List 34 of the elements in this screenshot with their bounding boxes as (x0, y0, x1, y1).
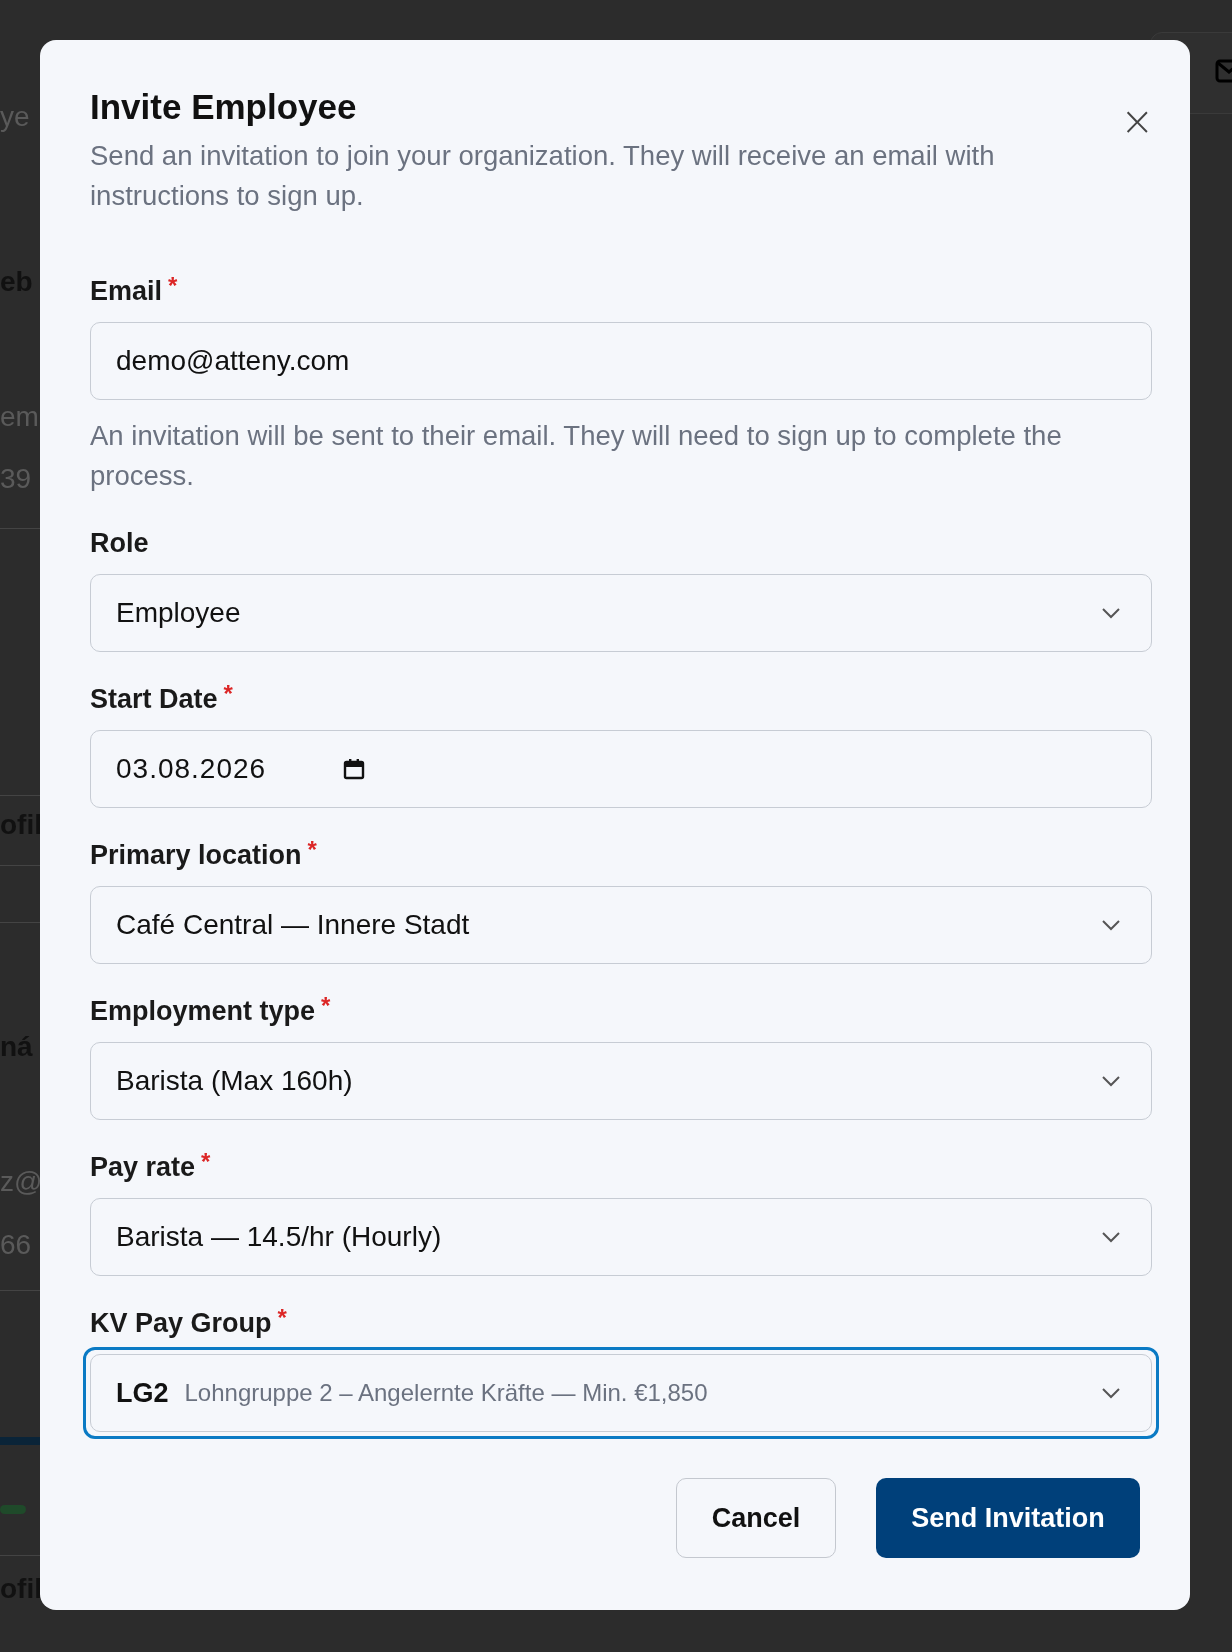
chevron-down-icon (1101, 1231, 1121, 1243)
required-mark: * (168, 274, 178, 298)
email-field[interactable]: demo@atteny.com (90, 322, 1152, 400)
required-mark: * (277, 1306, 287, 1330)
date-field[interactable]: 03.08.2026 (90, 730, 1152, 808)
required-mark: * (223, 682, 233, 706)
field-label: Email (90, 275, 163, 308)
dialog-description: Send an invitation to join your organization. They will receive an email with instructions to sign up. (90, 139, 996, 213)
field-label: KV Pay Group (90, 1307, 272, 1340)
help-text: An invitation will be sent to their email. They will need to sign up to complete the process. (90, 419, 1063, 493)
dialog-title: Invite Employee (90, 86, 357, 128)
required-mark: * (307, 838, 317, 862)
send-button[interactable]: Send Invitation (876, 1478, 1140, 1558)
chevron-down-icon (1101, 1387, 1121, 1399)
chevron-down-icon (1101, 919, 1121, 931)
field-label: Role (90, 527, 149, 560)
select-field[interactable]: Employee (90, 574, 1152, 652)
select-field[interactable]: Barista (Max 160h) (90, 1042, 1152, 1120)
required-mark: * (201, 1150, 211, 1174)
close-button[interactable]: × (1120, 104, 1154, 138)
required-mark: * (321, 994, 331, 1018)
status-bar (0, 1505, 26, 1514)
field-label: Primary location (90, 839, 302, 872)
accent-stripe (0, 1437, 40, 1445)
cancel-button[interactable]: Cancel (676, 1478, 836, 1558)
chevron-down-icon (1101, 607, 1121, 619)
select-field[interactable]: Café Central — Innere Stadt (90, 886, 1152, 964)
calendar-icon[interactable] (342, 757, 366, 781)
field-label: Start Date (90, 683, 218, 716)
chevron-down-icon (1101, 1075, 1121, 1087)
field-label: Pay rate (90, 1151, 196, 1184)
select-field[interactable]: Barista — 14.5/hr (Hourly) (90, 1198, 1152, 1276)
select-field[interactable]: LG2 Lohngruppe 2 – Angelernte Kräfte — Min. €1,850 (90, 1354, 1152, 1432)
field-label: Employment type (90, 995, 316, 1028)
